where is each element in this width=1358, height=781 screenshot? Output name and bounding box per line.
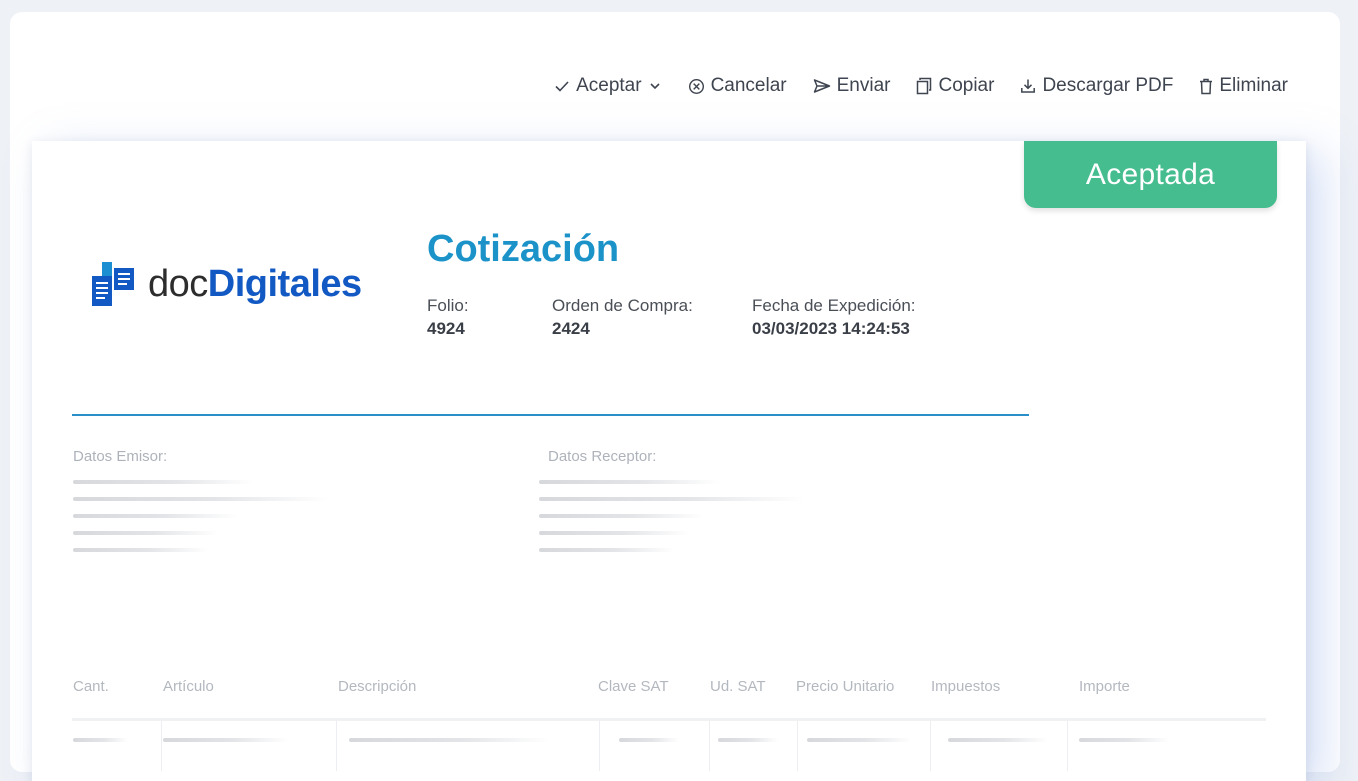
header-divider xyxy=(72,414,1029,416)
table-row-placeholder xyxy=(619,738,679,742)
receiver-placeholder-line xyxy=(539,480,719,484)
circle-x-icon xyxy=(688,78,704,94)
date-label: Fecha de Expedición: xyxy=(752,296,916,315)
table-row-placeholder xyxy=(349,738,549,742)
issuer-placeholder-line xyxy=(73,514,238,518)
issuer-placeholder-line xyxy=(73,497,328,501)
accept-button[interactable]: Aceptar xyxy=(554,75,661,97)
column-header-taxes: Impuestos xyxy=(931,678,1001,695)
date-value: 03/03/2023 14:24:53 xyxy=(752,319,910,338)
table-row-placeholder xyxy=(1079,738,1169,742)
column-header-quantity: Cant. xyxy=(73,678,109,695)
folio-value: 4924 xyxy=(427,319,465,338)
logo-wordmark: docDigitales xyxy=(148,263,362,306)
order-value: 2424 xyxy=(552,319,590,338)
column-header-sat-unit: Ud. SAT xyxy=(710,678,766,695)
table-row-placeholder xyxy=(163,738,288,742)
table-column-divider xyxy=(599,721,600,771)
receiver-placeholder-line xyxy=(539,548,674,552)
receiver-placeholder-line xyxy=(539,531,689,535)
copy-button[interactable]: Copiar xyxy=(916,75,994,97)
send-label: Enviar xyxy=(836,75,891,96)
receiver-placeholder-line xyxy=(539,497,804,501)
document-toolbar: Aceptar Cancelar Enviar Copiar Descargar… xyxy=(554,72,1288,100)
document-stack-icon xyxy=(92,262,134,306)
column-header-amount: Importe xyxy=(1079,678,1130,695)
table-column-divider xyxy=(336,721,337,771)
accept-label: Aceptar xyxy=(576,75,642,96)
column-header-unit-price: Precio Unitario xyxy=(796,678,895,695)
table-row-placeholder xyxy=(718,738,778,742)
table-header-divider xyxy=(72,718,1266,721)
company-logo: docDigitales xyxy=(92,262,362,306)
send-icon xyxy=(813,79,830,93)
download-pdf-button[interactable]: Descargar PDF xyxy=(1020,75,1173,97)
delete-label: Eliminar xyxy=(1219,75,1288,96)
table-row-placeholder xyxy=(807,738,912,742)
status-badge: Aceptada xyxy=(1024,141,1277,208)
trash-icon xyxy=(1200,78,1213,94)
issuer-placeholder-line xyxy=(73,480,253,484)
receiver-label: Datos Receptor: xyxy=(548,448,657,465)
table-column-divider xyxy=(930,721,931,771)
column-header-article: Artículo xyxy=(163,678,214,695)
order-label: Orden de Compra: xyxy=(552,296,693,315)
logo-bold: Digitales xyxy=(207,262,362,305)
download-icon xyxy=(1021,79,1036,93)
table-column-divider xyxy=(1067,721,1068,771)
download-label: Descargar PDF xyxy=(1042,75,1174,96)
folio-label: Folio: xyxy=(427,296,469,315)
copy-icon xyxy=(917,77,932,95)
receiver-placeholder-line xyxy=(539,514,704,518)
issuer-placeholder-line xyxy=(73,531,218,535)
send-button[interactable]: Enviar xyxy=(813,75,891,97)
cancel-label: Cancelar xyxy=(710,75,787,96)
delete-button[interactable]: Eliminar xyxy=(1199,75,1288,97)
logo-prefix: doc xyxy=(148,262,208,305)
document-title: Cotización xyxy=(427,228,620,270)
table-row-placeholder xyxy=(73,738,128,742)
column-header-sat-key: Clave SAT xyxy=(598,678,669,695)
chevron-down-icon[interactable] xyxy=(648,79,662,93)
issuer-placeholder-line xyxy=(73,548,208,552)
cancel-button[interactable]: Cancelar xyxy=(688,75,787,97)
issuer-label: Datos Emisor: xyxy=(73,448,168,465)
table-column-divider xyxy=(161,721,162,771)
check-icon xyxy=(555,81,569,92)
table-row-placeholder xyxy=(948,738,1048,742)
copy-label: Copiar xyxy=(938,75,995,96)
column-header-description: Descripción xyxy=(338,678,417,695)
table-column-divider xyxy=(797,721,798,771)
table-column-divider xyxy=(709,721,710,771)
